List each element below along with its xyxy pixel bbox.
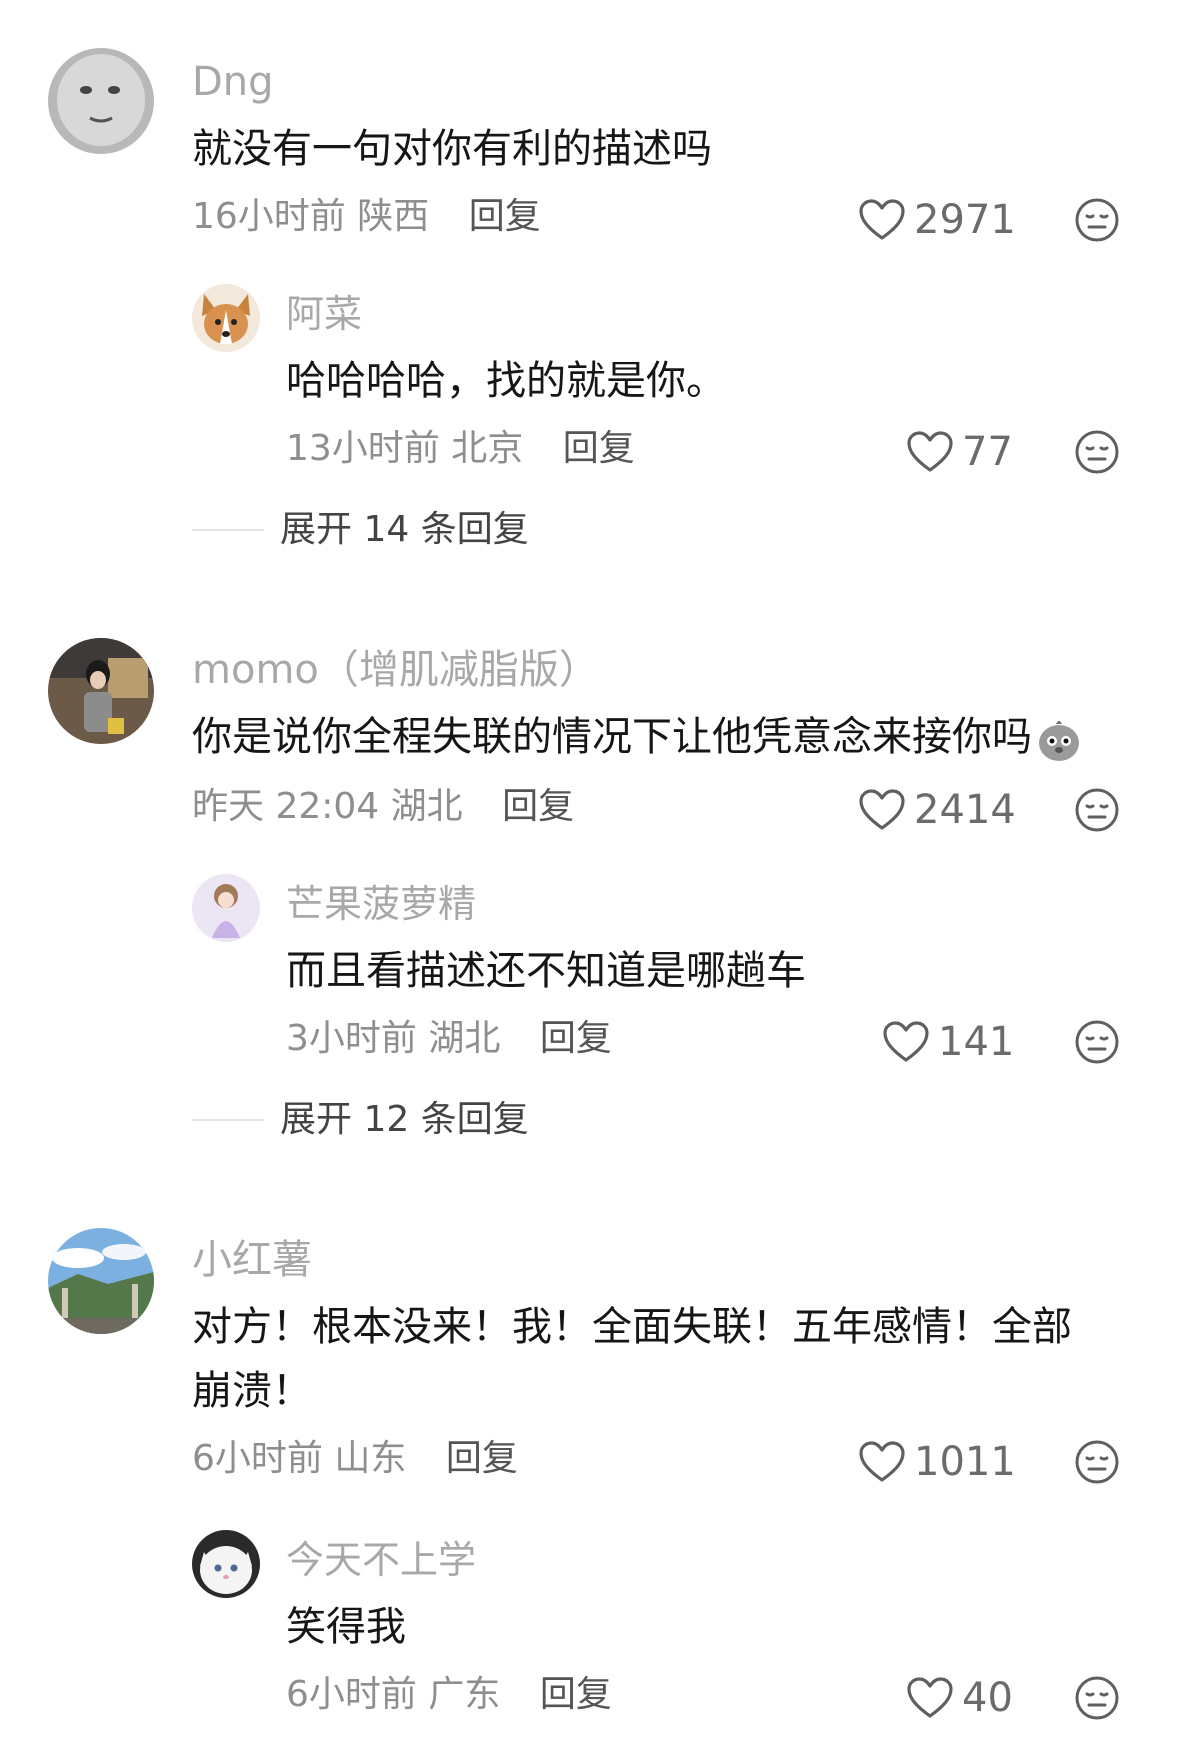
comment-location: 湖北 — [390, 786, 463, 827]
reply-meta: 6小时前 广东 回复 — [286, 1672, 612, 1718]
heart-icon — [906, 1676, 954, 1720]
expand-replies-label: 展开 12 条回复 — [280, 1099, 529, 1140]
reply-location: 北京 — [451, 428, 524, 469]
reply-meta: 3小时前 湖北 回复 — [286, 1016, 612, 1062]
comment-time: 16小时前 — [192, 196, 346, 237]
avatar[interactable] — [192, 1530, 260, 1598]
heart-icon — [906, 430, 954, 474]
dislike-icon[interactable] — [1074, 787, 1120, 833]
comment-location: 山东 — [334, 1438, 407, 1479]
heart-icon — [858, 788, 906, 832]
comment-meta: 6小时前 山东 回复 — [192, 1436, 518, 1482]
like-button[interactable]: 1011 — [858, 1439, 1016, 1485]
heart-icon — [858, 198, 906, 242]
expand-replies-button[interactable]: 展开 12 条回复 — [192, 1097, 529, 1143]
reply-time: 6小时前 — [286, 1674, 417, 1715]
like-button[interactable]: 77 — [906, 429, 1013, 475]
dislike-icon[interactable] — [1074, 1439, 1120, 1485]
username[interactable]: Dng — [192, 58, 274, 106]
reply-time: 13小时前 — [286, 428, 440, 469]
comment-text-line-1: 对方！根本没来！我！全面失联！五年感情！全部 — [192, 1304, 1072, 1350]
comment-text-content: 你是说你全程失联的情况下让他凭意念来接你吗 — [192, 714, 1032, 760]
divider — [192, 529, 264, 531]
comment-time: 昨天 22:04 — [192, 786, 380, 827]
expand-replies-button[interactable]: 展开 14 条回复 — [192, 507, 529, 553]
reply-time: 3小时前 — [286, 1018, 417, 1059]
like-button[interactable]: 2971 — [858, 197, 1016, 243]
dislike-icon[interactable] — [1074, 1675, 1120, 1721]
heart-icon — [858, 1440, 906, 1484]
comment-text: 就没有一句对你有利的描述吗 — [192, 126, 712, 172]
comment-text-line-2: 崩溃！ — [192, 1368, 312, 1414]
reply-username[interactable]: 阿菜 — [286, 290, 362, 338]
reply-button[interactable]: 回复 — [540, 1018, 612, 1059]
reply-text: 笑得我 — [286, 1604, 406, 1650]
reply-button[interactable]: 回复 — [469, 196, 541, 237]
like-count: 40 — [962, 1675, 1013, 1721]
expand-replies-label: 展开 14 条回复 — [280, 509, 529, 550]
like-button[interactable]: 2414 — [858, 787, 1016, 833]
reply-location: 广东 — [428, 1674, 501, 1715]
like-count: 1011 — [914, 1439, 1016, 1485]
heart-icon — [882, 1020, 930, 1064]
username[interactable]: 小红薯 — [192, 1236, 312, 1284]
avatar[interactable] — [48, 638, 154, 744]
comment-meta: 昨天 22:04 湖北 回复 — [192, 784, 574, 830]
reply-username[interactable]: 芒果菠萝精 — [286, 880, 476, 928]
avatar[interactable] — [48, 48, 154, 154]
avatar[interactable] — [192, 874, 260, 942]
comment-location: 陕西 — [357, 196, 430, 237]
username[interactable]: momo（增肌减脂版） — [192, 646, 599, 694]
comment-text: 你是说你全程失联的情况下让他凭意念来接你吗 — [192, 704, 1084, 770]
chick-emoji-icon — [1039, 721, 1079, 761]
like-count: 2414 — [914, 787, 1016, 833]
comment-time: 6小时前 — [192, 1438, 323, 1479]
reply-button[interactable]: 回复 — [446, 1438, 518, 1479]
reply-button[interactable]: 回复 — [502, 786, 574, 827]
reply-text: 而且看描述还不知道是哪趟车 — [286, 948, 806, 994]
like-button[interactable]: 40 — [906, 1675, 1013, 1721]
reply-button[interactable]: 回复 — [563, 428, 635, 469]
divider — [192, 1119, 264, 1121]
reply-username[interactable]: 今天不上学 — [286, 1536, 476, 1584]
like-count: 141 — [938, 1019, 1015, 1065]
like-count: 77 — [962, 429, 1013, 475]
reply-meta: 13小时前 北京 回复 — [286, 426, 635, 472]
like-button[interactable]: 141 — [882, 1019, 1014, 1065]
dislike-icon[interactable] — [1074, 197, 1120, 243]
reply-location: 湖北 — [428, 1018, 501, 1059]
reply-text: 哈哈哈哈，找的就是你。 — [286, 358, 726, 404]
comment-meta: 16小时前 陕西 回复 — [192, 194, 541, 240]
avatar[interactable] — [48, 1228, 154, 1334]
reply-button[interactable]: 回复 — [540, 1674, 612, 1715]
dislike-icon[interactable] — [1074, 1019, 1120, 1065]
like-count: 2971 — [914, 197, 1016, 243]
avatar[interactable] — [192, 284, 260, 352]
dislike-icon[interactable] — [1074, 429, 1120, 475]
